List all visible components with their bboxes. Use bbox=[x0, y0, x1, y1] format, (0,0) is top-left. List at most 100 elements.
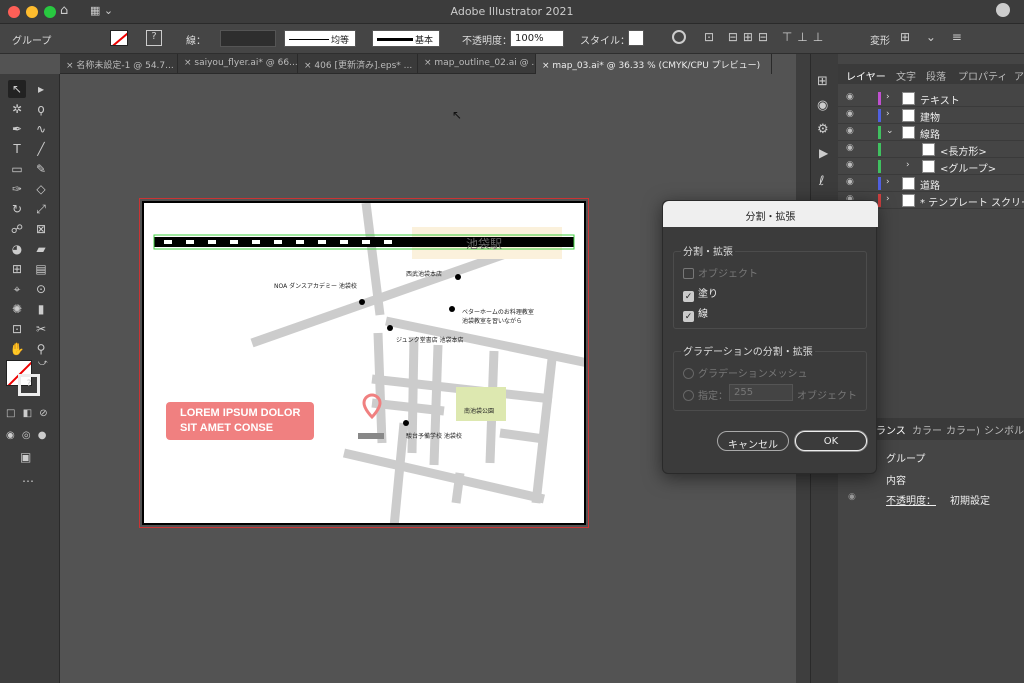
layer-row[interactable]: ◉ ⌄ 線路 bbox=[838, 124, 1024, 141]
stroke-box-icon[interactable]: ? bbox=[18, 374, 40, 396]
tab-color[interactable]: カラー bbox=[912, 422, 942, 437]
window-title: Adobe Illustrator 2021 bbox=[450, 5, 574, 18]
align-toolbar-icons[interactable]: ⊡ ⊟⊞⊟ ⊤⊥⊥ bbox=[704, 30, 828, 44]
symbol-sprayer-tool-icon[interactable]: ✺ bbox=[8, 300, 26, 318]
recolor-icon[interactable] bbox=[672, 30, 686, 44]
tab-doc-2[interactable]: × saiyou_flyer.ai* @ 66... bbox=[178, 54, 298, 74]
blend-tool-icon[interactable]: ⊙ bbox=[32, 280, 50, 298]
gradient-mesh-radio[interactable]: グラデーションメッシュ bbox=[683, 365, 808, 380]
perspective-tool-icon[interactable]: ▰ bbox=[32, 240, 50, 258]
tab-color-guide[interactable]: カラー) bbox=[946, 422, 980, 437]
tab-paragraph[interactable]: 段落 bbox=[926, 68, 946, 83]
tab-doc-3[interactable]: × 406 [更新済み].eps* ... bbox=[298, 54, 418, 74]
zoom-tool-icon[interactable]: ⚲ bbox=[32, 340, 50, 358]
tab-symbols[interactable]: シンボル bbox=[984, 422, 1024, 437]
opacity-label: 不透明度： bbox=[462, 36, 512, 47]
line-tool-icon[interactable]: ╱ bbox=[32, 140, 50, 158]
tab-layers[interactable]: レイヤー bbox=[846, 68, 886, 83]
mouse-cursor-icon: ↖ bbox=[452, 108, 463, 122]
more-controls-icons[interactable]: ⊞ ⌄ ≡ bbox=[900, 30, 968, 44]
map-label-junkudo: ジュンク堂書店 池袋本店 bbox=[396, 337, 464, 344]
gradient-group bbox=[673, 351, 867, 411]
specify-count-field[interactable]: 255 bbox=[729, 384, 793, 401]
callout-box: LOREM IPSUM DOLOR SIT AMET CONSE bbox=[166, 402, 314, 440]
artboard-tool-icon[interactable]: ⊡ bbox=[8, 320, 26, 338]
direct-selection-tool-icon[interactable]: ▸ bbox=[32, 80, 50, 98]
gradient-tool-icon[interactable]: ▤ bbox=[32, 260, 50, 278]
shape-builder-tool-icon[interactable]: ◕ bbox=[8, 240, 26, 258]
tab-character[interactable]: 文字 bbox=[896, 68, 916, 83]
shaper-tool-icon[interactable]: ✑ bbox=[8, 180, 26, 198]
layer-row[interactable]: ◉ › 道路 bbox=[838, 175, 1024, 192]
panel-icon-4[interactable]: ▶ bbox=[819, 146, 828, 160]
graph-tool-icon[interactable]: ▮ bbox=[32, 300, 50, 318]
visibility-eye-icon[interactable]: ◉ bbox=[846, 126, 854, 136]
visibility-eye-icon[interactable]: ◉ bbox=[846, 92, 854, 102]
map-label-seibu: 西武池袋本店 bbox=[406, 271, 443, 278]
appearance-eye-icon[interactable]: ◉ bbox=[848, 492, 856, 502]
layer-row[interactable]: ◉ › 建物 bbox=[838, 107, 1024, 124]
color-mode-icons[interactable]: □ ◧ ⊘ bbox=[6, 408, 50, 419]
artboard[interactable]: 池袋駅 西武池袋本店 NOA ダンスアカデミー 池袋校 ベターホームのお料理教室… bbox=[139, 198, 589, 528]
tab-doc-4[interactable]: × map_outline_02.ai @ ... bbox=[418, 54, 536, 74]
ok-button[interactable]: OK bbox=[795, 431, 867, 451]
pen-tool-icon[interactable]: ✒ bbox=[8, 120, 26, 138]
eyedropper-tool-icon[interactable]: ⌖ bbox=[8, 280, 26, 298]
hand-tool-icon[interactable]: ✋ bbox=[8, 340, 26, 358]
brush-select[interactable]: 基本 bbox=[372, 30, 440, 47]
visibility-eye-icon[interactable]: ◉ bbox=[846, 143, 854, 153]
panel-icon-1[interactable]: ⊞ bbox=[817, 74, 828, 89]
more-tools-icon[interactable]: ⋯ bbox=[22, 474, 34, 488]
tab-appearance[interactable]: ランス bbox=[876, 422, 906, 437]
layer-row[interactable]: ◉ › テキスト bbox=[838, 90, 1024, 107]
panel-icon-2[interactable]: ◉ bbox=[817, 98, 828, 113]
visibility-eye-icon[interactable]: ◉ bbox=[846, 177, 854, 187]
map-roads bbox=[153, 203, 584, 523]
specify-radio[interactable]: 指定： bbox=[683, 387, 728, 402]
style-swatch[interactable] bbox=[628, 30, 644, 46]
visibility-eye-icon[interactable]: ◉ bbox=[846, 160, 854, 170]
rotate-tool-icon[interactable]: ↻ bbox=[8, 200, 26, 218]
warp-tool-icon[interactable]: ☍ bbox=[8, 220, 26, 238]
eraser-tool-icon[interactable]: ◇ bbox=[32, 180, 50, 198]
tab-properties[interactable]: プロパティ bbox=[958, 68, 1007, 83]
panel-icon-5[interactable]: ℓ bbox=[819, 174, 824, 189]
map-label-park: 南池袋公園 bbox=[464, 408, 495, 415]
swap-fill-stroke-icon[interactable]: ⤻ bbox=[38, 358, 48, 368]
selection-tool-icon[interactable]: ↖ bbox=[8, 80, 26, 98]
draw-mode-icons[interactable]: ◉ ◎ ● bbox=[6, 430, 49, 441]
stroke-weight-field[interactable] bbox=[220, 30, 276, 47]
type-tool-icon[interactable]: T bbox=[8, 140, 26, 158]
fill-checkbox[interactable]: ✓ 塗り bbox=[683, 285, 718, 302]
panel-icon-3[interactable]: ⚙ bbox=[817, 122, 829, 137]
dialog-title: 分割・拡張 bbox=[663, 201, 878, 227]
free-transform-tool-icon[interactable]: ⊠ bbox=[32, 220, 50, 238]
screen-mode-icon[interactable]: ▣ bbox=[20, 450, 31, 464]
magic-wand-tool-icon[interactable]: ✲ bbox=[8, 100, 26, 118]
paintbrush-tool-icon[interactable]: ✎ bbox=[32, 160, 50, 178]
tab-more[interactable]: ア bbox=[1014, 68, 1024, 83]
fill-swatch[interactable] bbox=[110, 30, 128, 46]
variable-width-select[interactable]: 均等 bbox=[284, 30, 356, 47]
transform-link[interactable]: 変形 bbox=[870, 32, 890, 47]
mesh-tool-icon[interactable]: ⊞ bbox=[8, 260, 26, 278]
stroke-swatch[interactable]: ? bbox=[146, 30, 162, 46]
curvature-tool-icon[interactable]: ∿ bbox=[32, 120, 50, 138]
map-label-noa: NOA ダンスアカデミー 池袋校 bbox=[274, 283, 357, 290]
tab-doc-active[interactable]: × map_03.ai* @ 36.33 % (CMYK/CPU プレビュー) bbox=[536, 54, 772, 74]
cancel-button[interactable]: キャンセル bbox=[717, 431, 789, 451]
object-checkbox[interactable]: オブジェクト bbox=[683, 265, 758, 280]
opacity-field[interactable]: 100% bbox=[510, 30, 564, 47]
user-icon[interactable] bbox=[996, 3, 1010, 17]
lasso-tool-icon[interactable]: ϙ bbox=[32, 100, 50, 118]
stroke-checkbox[interactable]: ✓ 線 bbox=[683, 305, 708, 322]
scale-tool-icon[interactable]: ⤢ bbox=[32, 200, 50, 218]
specify-unit: オブジェクト bbox=[797, 391, 857, 402]
tab-doc-1[interactable]: × 名称未設定-1 @ 54.7... bbox=[60, 54, 178, 74]
map-label-sundai: 駿台予備学校 池袋校 bbox=[406, 433, 462, 440]
visibility-eye-icon[interactable]: ◉ bbox=[846, 109, 854, 119]
slice-tool-icon[interactable]: ✂ bbox=[32, 320, 50, 338]
layer-row[interactable]: ◉ › <グループ> bbox=[838, 158, 1024, 175]
layer-row[interactable]: ◉ <長方形> bbox=[838, 141, 1024, 158]
rectangle-tool-icon[interactable]: ▭ bbox=[8, 160, 26, 178]
